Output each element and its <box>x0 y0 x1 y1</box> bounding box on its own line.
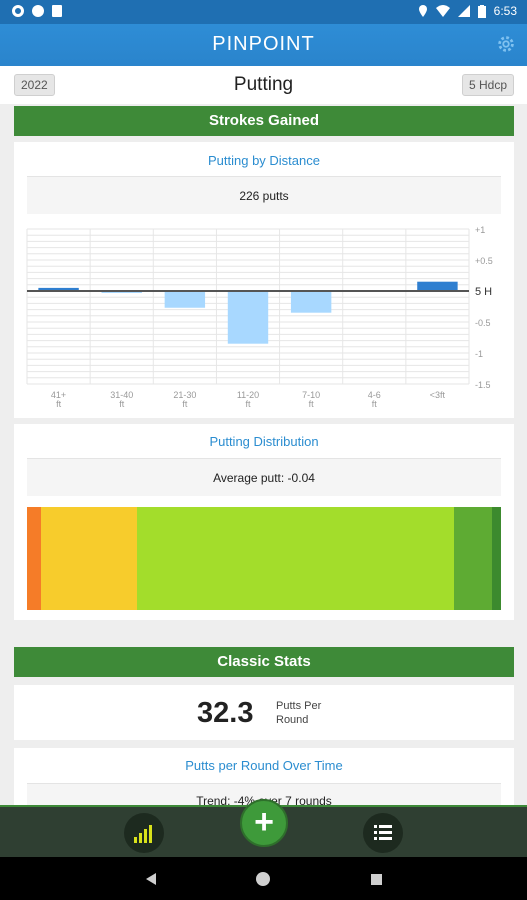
app-title: PINPOINT <box>212 33 315 55</box>
wifi-icon <box>435 5 450 17</box>
home-icon[interactable] <box>256 872 270 886</box>
putt-count: 226 putts <box>239 189 289 203</box>
putting-by-distance-title: Putting by Distance <box>207 153 320 168</box>
putt-count-panel: 226 putts <box>27 176 501 214</box>
y-tick-label: -0.5 <box>475 318 491 328</box>
putts-over-time-title: Putts per Round Over Time <box>185 758 343 773</box>
putting-distribution-card: Putting Distribution Average putt: -0.04 <box>14 424 514 620</box>
list-icon <box>374 825 392 840</box>
x-tick-label: ft <box>182 399 188 409</box>
stats-nav-button[interactable] <box>124 813 164 853</box>
putting-by-distance-chart: +1+0.55 H-0.5-1-1.541+ft31-40ft21-30ft11… <box>26 225 493 409</box>
gear-icon[interactable] <box>495 33 517 55</box>
recent-apps-icon[interactable] <box>371 874 382 885</box>
putts-per-round-label: Putts Per Round <box>276 700 322 726</box>
x-tick-label: <3ft <box>430 390 446 400</box>
y-tick-label: +1 <box>475 225 485 235</box>
distribution-segment-yellow <box>40 507 137 610</box>
system-nav-bar <box>0 857 527 900</box>
y-tick-label: 5 H <box>475 286 492 298</box>
signal-icon <box>457 5 470 17</box>
x-tick-label: ft <box>372 399 378 409</box>
clock: 6:53 <box>493 4 517 18</box>
page-title: Putting <box>233 74 294 95</box>
average-putt: Average putt: -0.04 <box>213 471 315 485</box>
list-nav-button[interactable] <box>363 813 403 853</box>
settings-status-icon <box>12 5 24 17</box>
x-tick-label: ft <box>119 399 125 409</box>
x-tick-label: ft <box>309 399 315 409</box>
bar-chart-icon <box>134 825 152 843</box>
strokes-gained-header: Strokes Gained <box>14 106 514 136</box>
y-tick-label: -1.5 <box>475 380 491 390</box>
handicap-selector[interactable]: 5 Hdcp <box>461 74 514 96</box>
putts-per-round-value: 32.3 <box>197 697 254 729</box>
page-header: 2022 Putting 5 Hdcp <box>0 66 527 104</box>
status-bar: 6:53 <box>0 0 527 24</box>
y-tick-label: -1 <box>475 349 483 359</box>
classic-stats-header: Classic Stats <box>14 647 514 677</box>
bar-3 <box>227 291 269 344</box>
battery-icon <box>477 4 486 18</box>
distribution-segment-dark-green <box>491 507 501 610</box>
location-icon <box>418 5 427 17</box>
bar-4 <box>290 291 332 313</box>
app-bar: PINPOINT <box>0 24 527 66</box>
putts-per-round-card: 32.3 Putts Per Round <box>14 685 514 740</box>
bar-6 <box>417 281 458 291</box>
bar-2 <box>164 291 206 308</box>
x-tick-label: ft <box>56 399 62 409</box>
sd-card-icon <box>52 5 62 17</box>
putting-by-distance-card: Putting by Distance 226 putts +1 +0.5 5 H -… <box>14 142 514 418</box>
putting-distribution-title: Putting Distribution <box>209 434 319 449</box>
x-tick-label: ft <box>245 399 251 409</box>
back-icon[interactable] <box>146 873 156 885</box>
average-putt-panel: Average putt: -0.04 <box>27 458 501 496</box>
distribution-segment-lime <box>136 507 455 610</box>
distribution-segment-green <box>454 507 492 610</box>
distribution-segment-orange <box>27 507 41 610</box>
add-round-button[interactable]: + <box>240 799 288 847</box>
sync-status-icon <box>32 5 44 17</box>
y-tick-label: +0.5 <box>475 256 493 266</box>
putting-distribution-bar <box>27 507 501 610</box>
